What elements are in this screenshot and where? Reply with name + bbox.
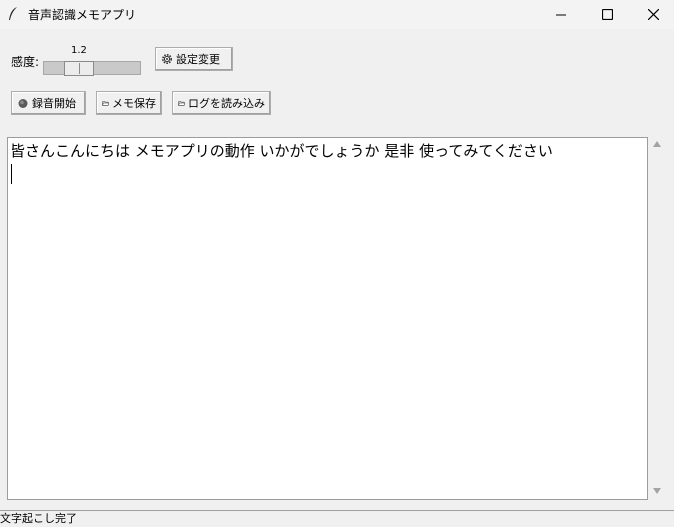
save-memo-button-label: メモ保存 — [112, 97, 156, 110]
sensitivity-slider[interactable] — [43, 61, 141, 76]
scroll-down-arrow-icon[interactable] — [653, 488, 661, 494]
folder-icon — [102, 101, 109, 106]
status-text: 文字起こし完了 — [0, 512, 77, 525]
transcript-textarea[interactable]: 皆さんこんにちは メモアプリの動作 いかがでしょうか 是非 使ってみてください — [7, 137, 648, 500]
status-bar: 文字起こし完了 — [0, 510, 674, 527]
maximize-button[interactable] — [584, 0, 630, 29]
window-title: 音声認識メモアプリ — [28, 8, 137, 22]
title-bar: 音声認識メモアプリ — [0, 0, 674, 29]
settings-button[interactable]: 設定変更 — [155, 47, 233, 71]
load-log-button-label: ログを読み込み — [188, 97, 265, 110]
record-button-label: 録音開始 — [32, 97, 76, 110]
minimize-button[interactable] — [538, 0, 584, 29]
record-button[interactable]: 録音開始 — [11, 91, 86, 115]
slider-thumb[interactable] — [64, 61, 94, 76]
minimize-icon — [556, 14, 566, 15]
scroll-up-arrow-icon[interactable] — [653, 141, 661, 147]
save-memo-button[interactable]: メモ保存 — [96, 91, 162, 115]
sensitivity-label: 感度: — [11, 55, 40, 69]
close-button[interactable] — [630, 0, 674, 29]
vertical-scrollbar[interactable] — [648, 137, 666, 500]
settings-button-label: 設定変更 — [176, 53, 220, 66]
close-icon — [647, 9, 659, 20]
load-log-button[interactable]: ログを読み込み — [172, 91, 271, 115]
sensitivity-value: 1.2 — [71, 45, 87, 56]
gear-icon — [162, 54, 172, 64]
text-caret — [11, 164, 12, 184]
folder-icon — [178, 101, 185, 106]
maximize-icon — [601, 9, 613, 20]
feather-icon — [9, 7, 17, 20]
record-dot-icon — [18, 99, 28, 108]
transcript-text: 皆さんこんにちは メモアプリの動作 いかがでしょうか 是非 使ってみてください — [10, 142, 553, 160]
